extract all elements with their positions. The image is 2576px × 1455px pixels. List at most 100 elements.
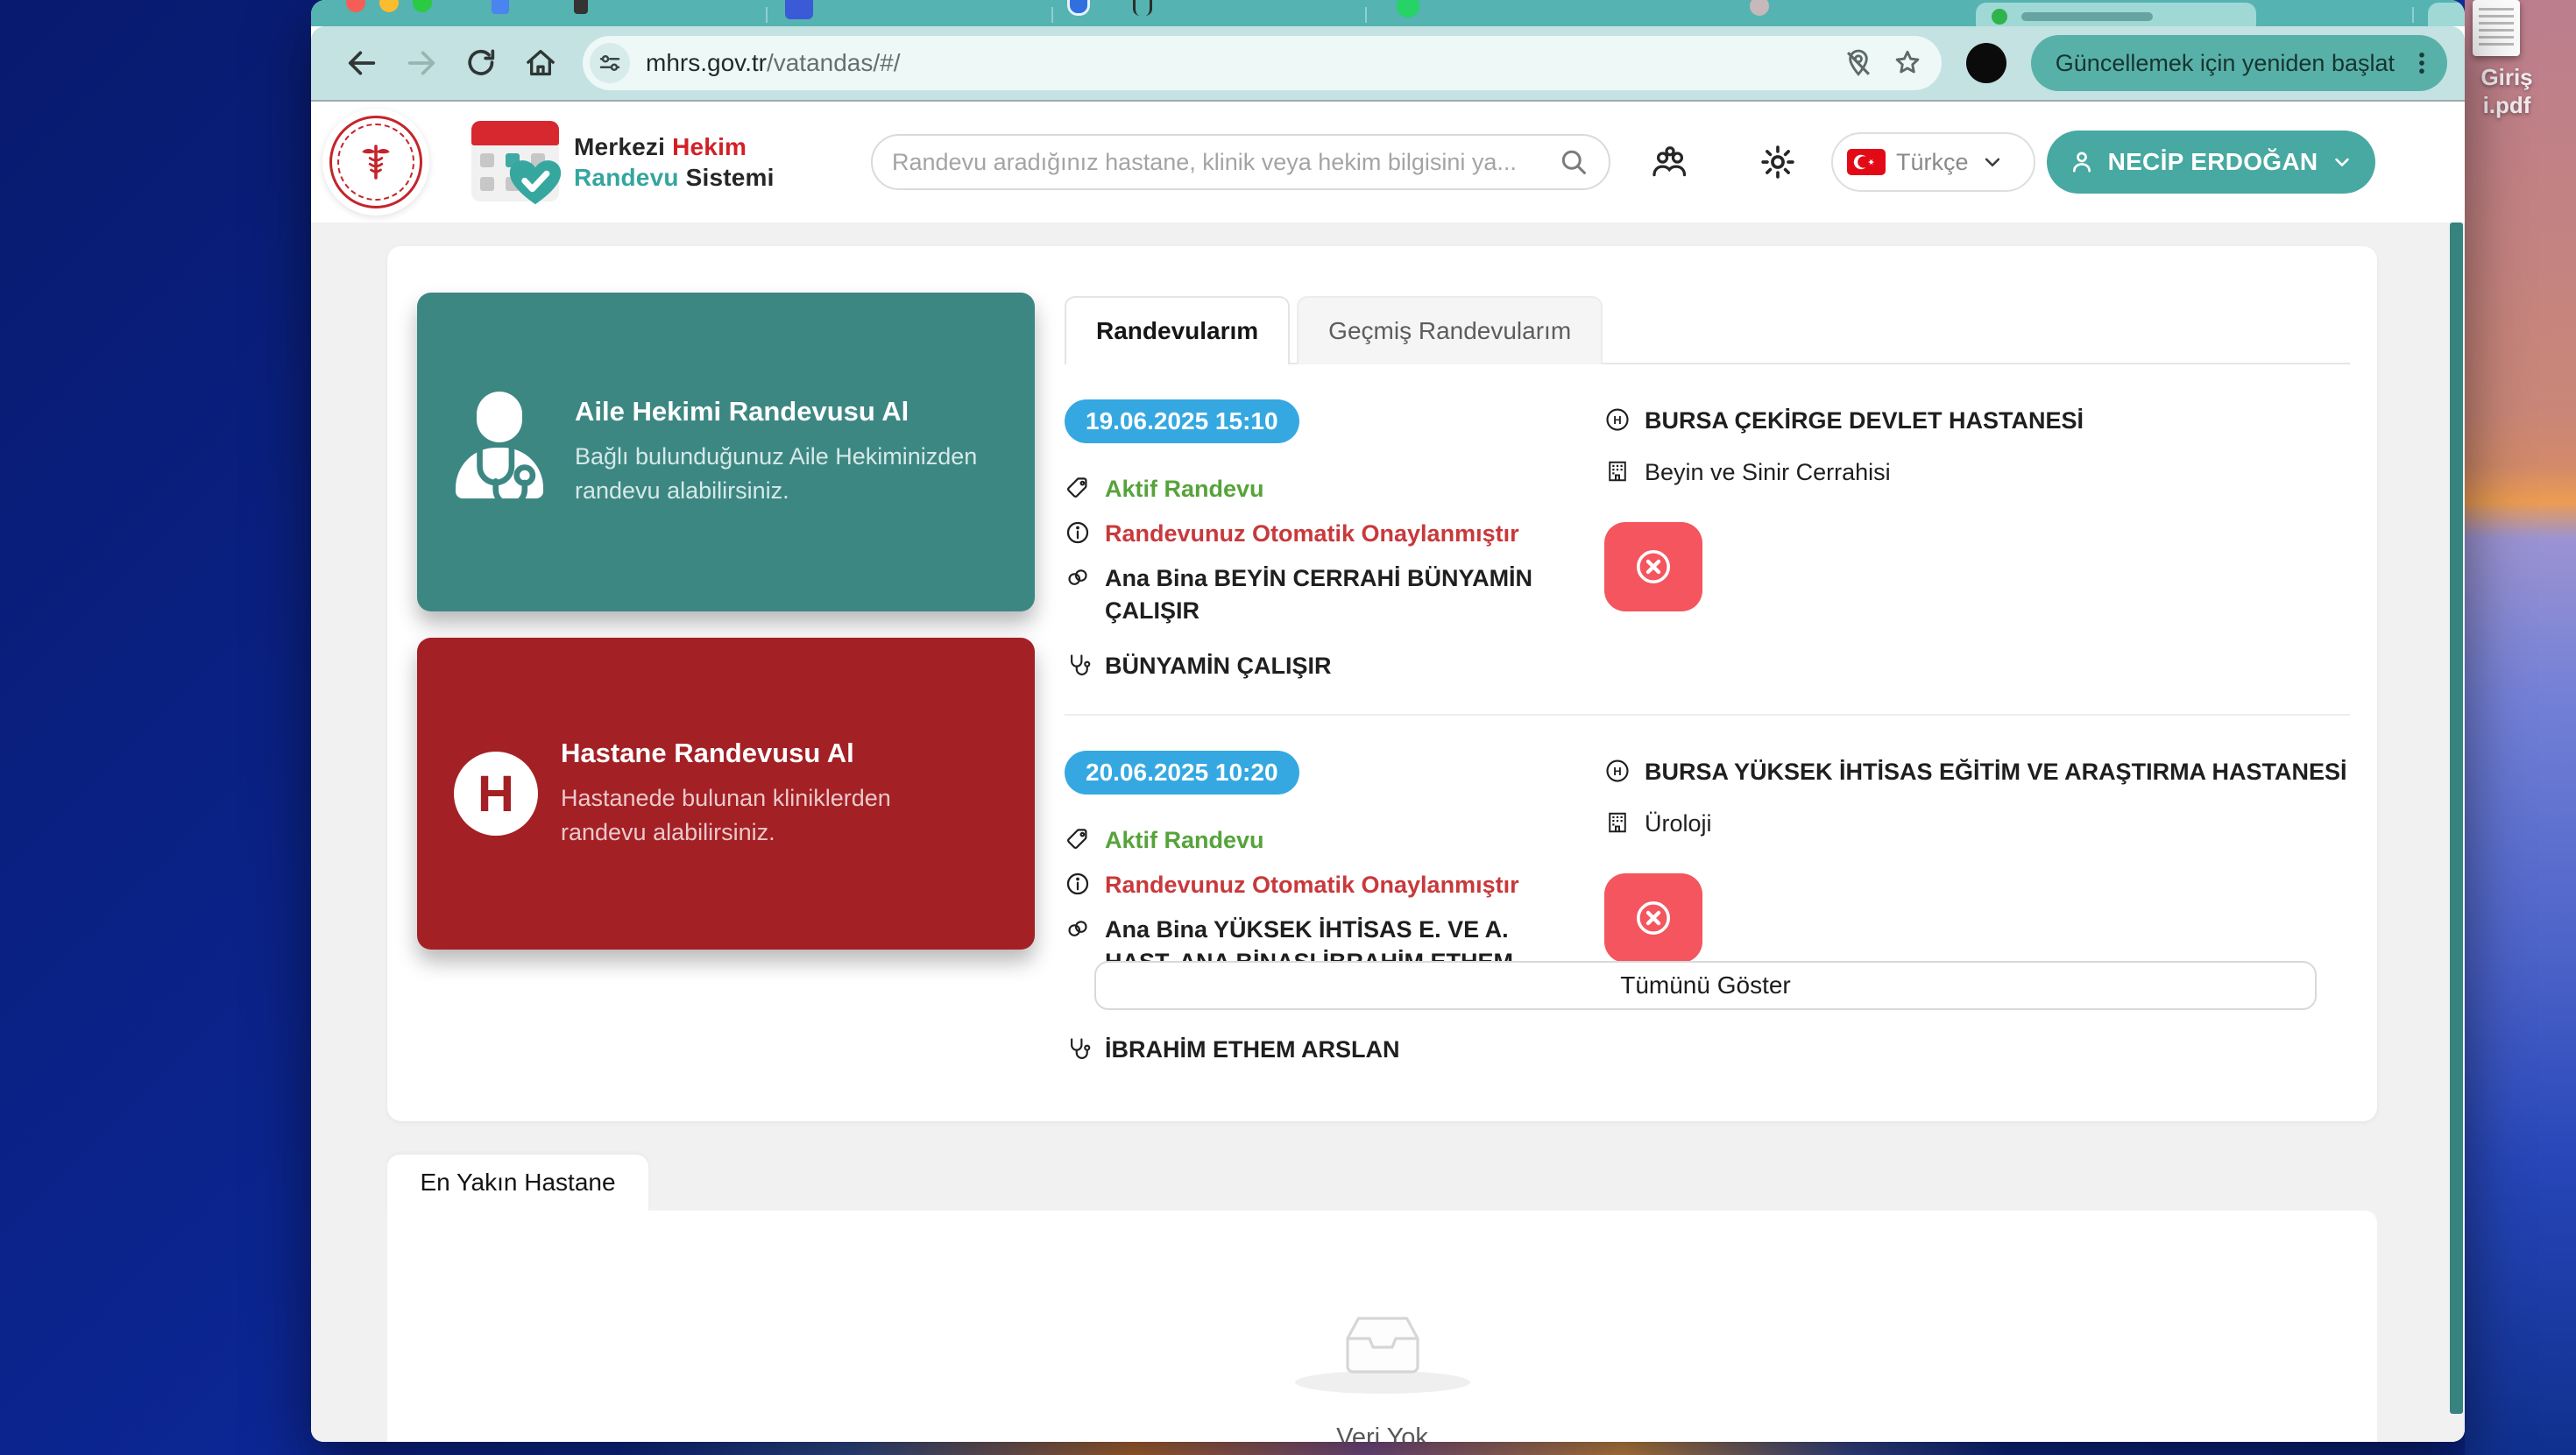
mhrs-logo[interactable]	[471, 121, 559, 205]
page-scrollbar-thumb[interactable]	[2450, 222, 2463, 1414]
chevron-down-icon	[1979, 149, 2006, 175]
location-blocked-icon[interactable]	[1842, 46, 1875, 80]
home-button[interactable]	[523, 46, 558, 81]
tab-favicon-facebook[interactable]	[785, 0, 813, 19]
site-settings-chip[interactable]	[590, 43, 630, 83]
tab-nearest-hospital[interactable]: En Yakın Hastane	[387, 1155, 648, 1211]
user-account-button[interactable]: NECİP ERDOĞAN	[2047, 131, 2375, 194]
page-content: Aile Hekimi Randevusu Al Bağlı bulunduğu…	[311, 222, 2465, 1442]
brand-merkezi: Merkezi	[574, 133, 672, 160]
person-icon	[2068, 148, 2096, 176]
stethoscope-icon	[1065, 1035, 1091, 1062]
empty-inbox-icon	[1334, 1309, 1432, 1384]
nearest-hospital-panel: Veri Yok	[387, 1211, 2377, 1442]
header-search	[871, 134, 1610, 190]
tab-favicon-whatsapp[interactable]	[1397, 0, 1419, 18]
brand-hekim: Hekim	[672, 133, 747, 160]
appointments-panel: Aile Hekimi Randevusu Al Bağlı bulunduğu…	[387, 246, 2377, 1121]
appointment-clinic-detail: Ana Bina BEYİN CERRAHİ BÜNYAMİN ÇALIŞIR	[1105, 562, 1543, 627]
cancel-appointment-button[interactable]	[1604, 873, 1702, 963]
address-bar[interactable]: mhrs.gov.tr/vatandas/#/	[583, 36, 1942, 90]
stethoscope-icon	[1065, 652, 1091, 678]
site-header: Merkezi Hekim Randevu Sistemi	[311, 102, 2465, 222]
svg-text:H: H	[1613, 765, 1621, 778]
language-label: Türkçe	[1896, 149, 1969, 176]
tab-favicon[interactable]	[574, 0, 588, 14]
chevron-down-icon	[2330, 150, 2354, 174]
tab-separator	[1051, 7, 1053, 23]
info-icon	[1065, 519, 1091, 546]
kebab-menu-icon[interactable]	[2407, 48, 2437, 78]
desktop-pdf-file-icon[interactable]	[2473, 0, 2520, 56]
tab-favicon[interactable]	[1133, 0, 1152, 16]
pdf-label-line1: Giriş	[2480, 64, 2532, 90]
tab-separator	[1365, 7, 1367, 23]
forward-button[interactable]	[404, 46, 439, 81]
building-icon	[1604, 809, 1631, 836]
family-doctor-appointment-card[interactable]: Aile Hekimi Randevusu Al Bağlı bulunduğu…	[417, 293, 1035, 611]
language-selector[interactable]: Türkçe	[1831, 132, 2035, 192]
heart-check-icon	[503, 151, 568, 212]
hospital-h-badge: H	[454, 752, 538, 836]
tab-favicon[interactable]	[1750, 0, 1769, 16]
traffic-close-button[interactable]	[346, 0, 365, 12]
appointment-datetime-badge: 20.06.2025 10:20	[1065, 751, 1299, 795]
browser-tab-partial[interactable]	[2428, 3, 2465, 26]
browser-window: mhrs.gov.tr/vatandas/#/ Güncellemek için…	[311, 0, 2465, 1442]
tab-past-appointments[interactable]: Geçmiş Randevularım	[1297, 296, 1603, 364]
appointment-row: 20.06.2025 10:20 Aktif Randevu Randevunu…	[1065, 714, 2350, 1098]
search-input[interactable]	[892, 149, 1547, 176]
hospital-card-title: Hastane Randevusu Al	[561, 738, 981, 769]
restart-to-update-button[interactable]: Güncellemek için yeniden başlat	[2031, 35, 2447, 91]
tab-favicon-green	[1992, 9, 2007, 25]
circle-x-icon	[1632, 897, 1674, 939]
turkish-flag-icon	[1847, 149, 1886, 175]
url-path: /vatandas/#/	[767, 49, 901, 76]
brand-randevu: Randevu	[574, 164, 679, 191]
desktop-pdf-file-label[interactable]: Girişi.pdf	[2450, 63, 2564, 119]
tag-icon	[1065, 475, 1091, 501]
tab-favicon-shield[interactable]	[1067, 0, 1090, 16]
appointment-datetime-badge: 19.06.2025 15:10	[1065, 399, 1299, 443]
family-card-title: Aile Hekimi Randevusu Al	[575, 396, 995, 427]
url-text[interactable]: mhrs.gov.tr/vatandas/#/	[646, 49, 1826, 77]
family-members-icon[interactable]	[1650, 142, 1690, 182]
pdf-label-line2: i.pdf	[2483, 92, 2531, 118]
show-all-button[interactable]: Tümünü Göster	[1094, 961, 2317, 1010]
bookmark-star-icon[interactable]	[1891, 46, 1924, 80]
appointment-doctor: İBRAHİM ETHEM ARSLAN	[1105, 1034, 1400, 1066]
clinic-link-icon	[1065, 915, 1091, 942]
appointment-note: Randevunuz Otomatik Onaylanmıştır	[1105, 869, 1519, 901]
reload-button[interactable]	[464, 46, 499, 81]
tab-separator	[2412, 7, 2414, 23]
caduceus-icon	[352, 138, 400, 186]
browser-profile-avatar[interactable]	[1966, 43, 2006, 83]
circle-x-icon	[1632, 546, 1674, 588]
tab-my-appointments[interactable]: Randevularım	[1065, 296, 1290, 364]
building-icon	[1604, 458, 1631, 484]
browser-toolbar: mhrs.gov.tr/vatandas/#/ Güncellemek için…	[311, 26, 2465, 102]
browser-active-tab[interactable]	[1976, 3, 2256, 26]
desktop-wallpaper-right	[2465, 0, 2576, 1455]
tag-icon	[1065, 826, 1091, 852]
hospital-card-desc: Hastanede bulunan kliniklerden randevu a…	[561, 781, 981, 850]
hospital-appointment-card[interactable]: H Hastane Randevusu Al Hastanede bulunan…	[417, 638, 1035, 950]
stethoscope-overlay-icon	[459, 441, 547, 516]
appointment-hospital: BURSA YÜKSEK İHTİSAS EĞİTİM VE ARAŞTIRMA…	[1645, 756, 2347, 788]
cancel-appointment-button[interactable]	[1604, 522, 1702, 611]
back-button[interactable]	[344, 46, 379, 81]
appointment-department: Beyin ve Sinir Cerrahisi	[1645, 456, 1891, 489]
clinic-link-icon	[1065, 564, 1091, 590]
appointment-note: Randevunuz Otomatik Onaylanmıştır	[1105, 518, 1519, 550]
traffic-minimize-button[interactable]	[379, 0, 399, 12]
brand-wordmark[interactable]: Merkezi Hekim Randevu Sistemi	[574, 131, 775, 193]
tab-favicon[interactable]	[492, 0, 509, 14]
svg-text:H: H	[1613, 413, 1621, 427]
calendar-icon-top	[471, 121, 559, 145]
traffic-zoom-button[interactable]	[413, 0, 432, 12]
tune-icon	[597, 50, 623, 76]
tab-separator	[766, 7, 768, 23]
search-icon[interactable]	[1558, 146, 1589, 178]
tab-title-placeholder	[2021, 12, 2153, 21]
gear-icon[interactable]	[1759, 143, 1797, 181]
